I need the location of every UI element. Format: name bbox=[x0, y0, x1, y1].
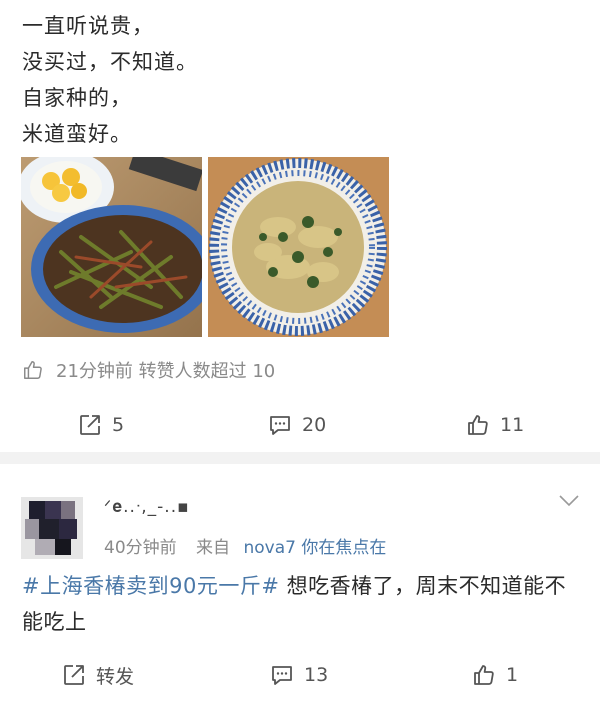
post-line: 一直听说贵， bbox=[22, 14, 154, 38]
post-line: 米道蛮好。 bbox=[22, 122, 132, 146]
repost-icon bbox=[80, 415, 100, 435]
post-meta-text: 21分钟前 转赞人数超过 10 bbox=[56, 361, 276, 382]
like-button[interactable]: 11 bbox=[466, 408, 524, 442]
thumbs-up-icon bbox=[468, 415, 488, 435]
reply-time-line: 40分钟前 来自 nova7 你在焦点在 bbox=[104, 533, 386, 558]
reply-comment-count: 13 bbox=[304, 664, 329, 686]
reply-repost-label: 转发 bbox=[96, 665, 135, 688]
reply-repost-button[interactable]: 转发 bbox=[62, 658, 134, 692]
comment-icon bbox=[272, 666, 292, 685]
reply-source-prefix: 来自 bbox=[196, 538, 231, 558]
post-photo-2[interactable] bbox=[208, 157, 389, 337]
thumbs-up-icon bbox=[474, 665, 494, 685]
photo-1-image bbox=[21, 157, 202, 337]
post-photo-1[interactable] bbox=[21, 157, 202, 337]
chevron-down-icon[interactable] bbox=[558, 494, 580, 508]
comment-icon bbox=[270, 416, 290, 435]
reply-username[interactable]: ᐟ𝐞..ᐧ,_-..▪ bbox=[104, 497, 190, 517]
reply-hashtag[interactable]: #上海香椿卖到90元一斤# bbox=[22, 574, 279, 598]
post-line: 自家种的， bbox=[22, 86, 132, 110]
photo-2-image bbox=[208, 157, 389, 337]
like-count: 11 bbox=[500, 414, 525, 436]
reply-time: 40分钟前 bbox=[104, 538, 177, 558]
repost-count: 5 bbox=[112, 414, 125, 436]
avatar-image bbox=[21, 497, 83, 559]
thumbs-up-icon bbox=[24, 361, 42, 379]
reply-device[interactable]: nova7 你在焦点在 bbox=[243, 538, 386, 558]
post-text: 一直听说贵， 没买过，不知道。 自家种的， 米道蛮好。 bbox=[22, 8, 198, 152]
reply-comment-button[interactable]: 13 bbox=[270, 658, 328, 692]
comment-count: 20 bbox=[302, 414, 327, 436]
post-line: 没买过，不知道。 bbox=[22, 50, 198, 74]
repost-icon bbox=[64, 665, 84, 685]
reply-like-button[interactable]: 1 bbox=[472, 658, 518, 692]
reply-actions: 转发 13 1 bbox=[0, 658, 600, 692]
reply-text: #上海香椿卖到90元一斤# 想吃香椿了，周末不知道能不能吃上 bbox=[22, 568, 582, 640]
reply-like-count: 1 bbox=[506, 664, 519, 686]
avatar[interactable] bbox=[21, 497, 83, 559]
repost-button[interactable]: 5 bbox=[78, 408, 124, 442]
section-divider bbox=[0, 452, 600, 464]
post-actions: 5 20 11 bbox=[0, 408, 600, 442]
comment-button[interactable]: 20 bbox=[268, 408, 326, 442]
post-meta: 21分钟前 转赞人数超过 10 bbox=[22, 357, 275, 383]
